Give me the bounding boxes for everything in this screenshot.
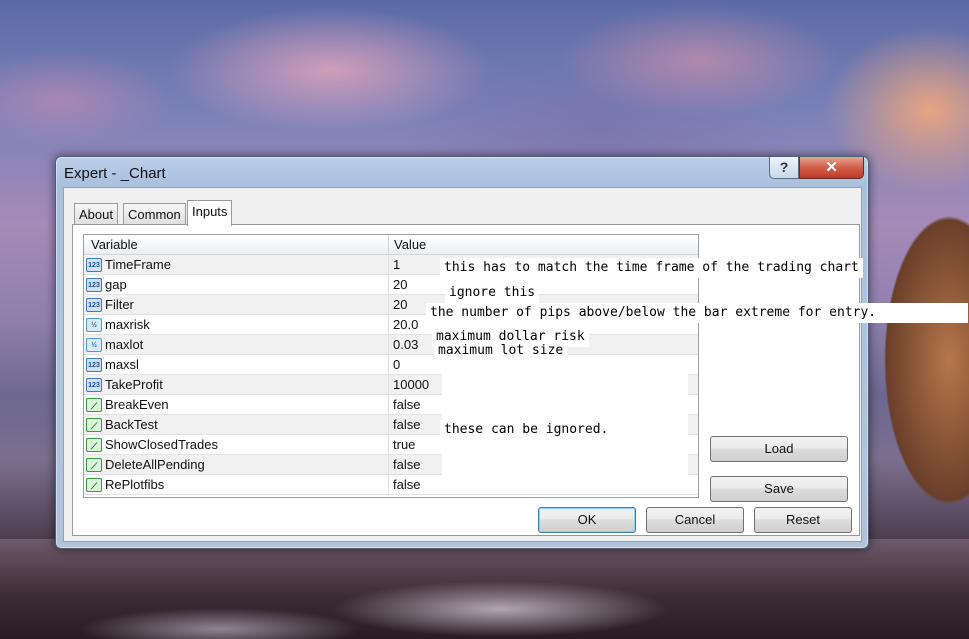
double-type-icon: ½ — [86, 317, 102, 332]
bool-type-icon: ⟋ — [86, 477, 102, 492]
variable-cell[interactable]: ⟋ ShowClosedTrades — [84, 435, 389, 454]
int-type-icon: 123 — [86, 257, 102, 272]
variable-cell[interactable]: ⟋ RePlotfibs — [84, 475, 389, 494]
load-button[interactable]: Load — [710, 436, 848, 462]
int-type-icon: 123 — [86, 357, 102, 372]
variable-cell[interactable]: 123 Filter — [84, 295, 389, 314]
variable-name: BackTest — [105, 416, 158, 432]
variable-name: TakeProfit — [105, 376, 163, 392]
bool-type-icon: ⟋ — [86, 457, 102, 472]
help-button[interactable]: ? — [769, 157, 799, 179]
variable-cell[interactable]: ⟋ DeleteAllPending — [84, 455, 389, 474]
value-column-header[interactable]: Value — [389, 235, 698, 254]
variable-cell[interactable]: 123 maxsl — [84, 355, 389, 374]
bool-type-icon: ⟋ — [86, 397, 102, 412]
variable-name: RePlotfibs — [105, 476, 165, 492]
annotation-ignored: these can be ignored. — [440, 420, 613, 440]
reset-button[interactable]: Reset — [754, 507, 852, 533]
variable-cell[interactable]: 123 TimeFrame — [84, 255, 389, 274]
variable-cell[interactable]: 123 TakeProfit — [84, 375, 389, 394]
annotation-gap: ignore this — [445, 283, 540, 303]
variable-cell[interactable]: 123 gap — [84, 275, 389, 294]
double-type-icon: ½ — [86, 337, 102, 352]
bool-type-icon: ⟋ — [86, 437, 102, 452]
variable-name: gap — [105, 276, 127, 292]
background-rocks — [859, 180, 969, 600]
int-type-icon: 123 — [86, 277, 102, 292]
variable-cell[interactable]: ⟋ BreakEven — [84, 395, 389, 414]
variable-name: maxsl — [105, 356, 139, 372]
int-type-icon: 123 — [86, 377, 102, 392]
tab-inputs[interactable]: Inputs — [187, 200, 233, 226]
dialog-title: Expert - _Chart — [64, 165, 166, 182]
variable-name: BreakEven — [105, 396, 169, 412]
cancel-button[interactable]: Cancel — [646, 507, 744, 533]
annotation-maxlot: maximum lot size — [434, 341, 568, 361]
close-button[interactable]: ✕ — [799, 157, 864, 179]
table-row[interactable]: ½ maxlot 0.03 — [84, 335, 698, 355]
variable-name: TimeFrame — [105, 256, 171, 272]
variable-name: maxrisk — [105, 316, 150, 332]
variable-cell[interactable]: ⟋ BackTest — [84, 415, 389, 434]
variable-name: Filter — [105, 296, 134, 312]
save-button[interactable]: Save — [710, 476, 848, 502]
ok-button[interactable]: OK — [538, 507, 636, 533]
variable-name: maxlot — [105, 336, 144, 352]
tab-about[interactable]: About — [74, 203, 118, 225]
variable-column-header[interactable]: Variable — [84, 235, 389, 254]
table-row[interactable]: 123 gap 20 — [84, 275, 698, 295]
variable-name: ShowClosedTrades — [105, 436, 218, 452]
table-header: Variable Value — [84, 235, 698, 255]
variable-cell[interactable]: ½ maxrisk — [84, 315, 389, 334]
annotation-timeframe: this has to match the time frame of the … — [440, 258, 863, 278]
annotation-filter: the number of pips above/below the bar e… — [426, 303, 968, 323]
tab-common[interactable]: Common — [123, 203, 186, 225]
bool-type-icon: ⟋ — [86, 417, 102, 432]
int-type-icon: 123 — [86, 297, 102, 312]
variable-cell[interactable]: ½ maxlot — [84, 335, 389, 354]
background-shoreline — [0, 539, 969, 639]
variable-name: DeleteAllPending — [105, 456, 205, 472]
